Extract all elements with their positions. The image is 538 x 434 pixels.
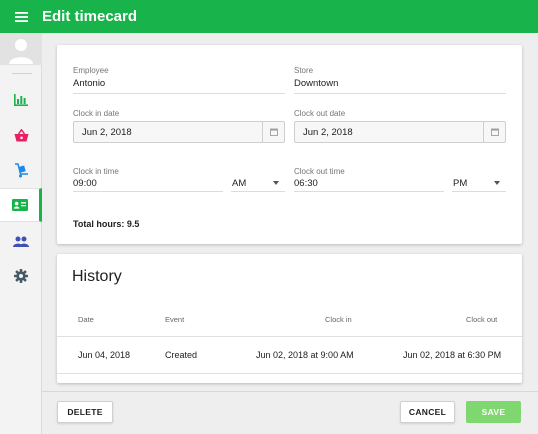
avatar[interactable] (0, 33, 42, 65)
sidebar-item-employees[interactable] (0, 224, 42, 258)
sidebar-item-timecards[interactable] (0, 188, 42, 222)
employee-value: Antonio (73, 78, 285, 94)
total-hours: Total hours: 9.5 (73, 219, 140, 229)
column-header-clock-in: Clock in (325, 315, 352, 324)
history-card: History Date Event Clock in Clock out Ju… (57, 254, 522, 383)
history-title: History (72, 268, 122, 285)
save-button[interactable]: SAVE (466, 401, 521, 423)
cancel-button[interactable]: CANCEL (400, 401, 455, 423)
chevron-down-icon[interactable] (494, 181, 500, 185)
table-row-divider (57, 373, 522, 374)
clock-out-ampm-select[interactable]: PM (453, 178, 467, 189)
clock-in-time-label: Clock in time (73, 167, 119, 176)
clock-in-ampm-underline (231, 191, 285, 192)
employee-label: Employee (73, 66, 109, 75)
store-label: Store (294, 66, 314, 75)
clock-out-time-label: Clock out time (294, 167, 345, 176)
page-title: Edit timecard (42, 8, 138, 25)
people-icon (13, 236, 29, 247)
calendar-icon[interactable] (483, 122, 505, 142)
cell-clock-in: Jun 02, 2018 at 9:00 AM (256, 350, 354, 360)
column-header-date: Date (78, 315, 94, 324)
menu-icon (14, 11, 28, 22)
cell-clock-out: Jun 02, 2018 at 6:30 PM (403, 350, 502, 360)
column-header-event: Event (165, 315, 185, 324)
cell-event: Created (165, 350, 198, 360)
sidebar-item-settings[interactable] (0, 259, 42, 293)
cell-date: Jun 04, 2018 (78, 350, 131, 360)
chevron-down-icon[interactable] (273, 181, 279, 185)
employee-field: Employee Antonio (73, 66, 285, 94)
clock-in-date-picker[interactable]: Jun 2, 2018 (73, 121, 285, 143)
sidebar-divider (12, 73, 32, 74)
clock-in-time-underline (73, 191, 223, 192)
clock-out-time-underline (294, 191, 444, 192)
clock-out-time-input[interactable]: 06:30 (294, 178, 318, 189)
clock-in-date-value: Jun 2, 2018 (82, 126, 132, 138)
clock-out-ampm-underline (452, 191, 506, 192)
clock-in-date-label: Clock in date (73, 109, 120, 118)
menu-button[interactable] (0, 0, 42, 33)
column-header-clock-out: Clock out (466, 315, 498, 324)
clock-out-date-value: Jun 2, 2018 (303, 126, 353, 138)
footer-divider (42, 391, 538, 392)
store-field: Store Downtown (294, 66, 506, 94)
user-avatar-icon (9, 39, 33, 64)
bar-chart-icon (14, 94, 28, 106)
delete-button[interactable]: DELETE (57, 401, 113, 423)
clock-out-date-label: Clock out date (294, 109, 346, 118)
app-bar: Edit timecard (0, 0, 538, 33)
sidebar-item-inventory[interactable] (0, 153, 42, 187)
basket-icon (14, 128, 28, 141)
sidebar-item-reports[interactable] (0, 83, 42, 117)
table-header-divider (57, 336, 522, 337)
clock-out-date-picker[interactable]: Jun 2, 2018 (294, 121, 506, 143)
id-card-icon (11, 199, 28, 211)
timecard-form-card: Employee Antonio Store Downtown Clock in… (57, 45, 522, 244)
store-value: Downtown (294, 78, 506, 94)
clock-in-time-input[interactable]: 09:00 (73, 178, 97, 189)
sidebar (0, 33, 42, 434)
clock-in-ampm-select[interactable]: AM (232, 178, 246, 189)
sidebar-item-orders[interactable] (0, 118, 42, 152)
calendar-icon[interactable] (262, 122, 284, 142)
dolly-icon (14, 162, 28, 177)
gear-icon (14, 269, 28, 283)
